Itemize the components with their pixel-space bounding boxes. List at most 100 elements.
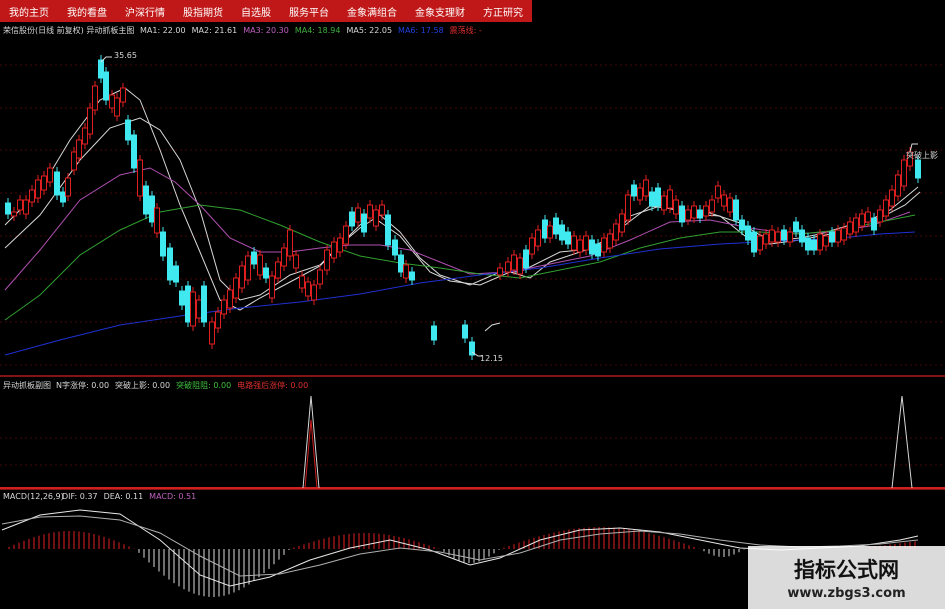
nav-tab-5[interactable]: 服务平台 [280,4,338,19]
candle-up [23,199,29,215]
candle-up [114,97,120,117]
candle-down [542,219,548,239]
candle-down [103,71,109,101]
candle-up [841,227,847,241]
macd-label-2: MACD: 0.51 [149,492,197,501]
candle-up [281,247,287,267]
candle-up [215,311,221,329]
candle-up [311,284,317,301]
stock-chart[interactable] [0,0,945,609]
candle-up [847,221,853,235]
candle-up [517,257,523,275]
candle-down [361,213,367,233]
candle-up [41,175,47,191]
candle-up [11,211,17,217]
ma-label-6: 震荡线: - [449,26,482,35]
candle-down [5,202,11,215]
sub-chart-title: 异动抓板副图 [3,381,51,390]
candle-up [82,127,88,145]
candle-up [287,229,293,257]
candle-up [299,275,305,289]
macd-label-0: DIF: 0.37 [62,492,98,501]
candle-up [209,321,215,345]
ma-label-0: MA1: 22.00 [140,26,186,35]
candle-up [625,194,631,221]
candle-up [619,213,625,233]
candle-down [589,239,595,255]
candlesticks [5,55,921,360]
candle-up [547,225,553,239]
nav-tab-0[interactable]: 我的主页 [0,4,58,19]
candle-down [98,59,104,79]
sub-label-0: N字涨停: 0.00 [56,381,110,390]
signal-spike [304,419,318,489]
sub-label-3: 电路强后涨停: 0.00 [237,381,309,390]
candle-down [871,217,877,231]
candle-up [190,291,196,327]
candle-up [577,239,583,253]
macd-title: MACD(12,26,9) [3,492,64,501]
low-price-label: 12.15 [480,354,503,363]
ma2-line [4,87,919,311]
candle-up [29,189,35,203]
nav-tab-7[interactable]: 金象支理财 [406,4,474,19]
candle-down [631,184,637,197]
candle-up [757,235,763,251]
candle-down [149,195,155,223]
nav-tab-1[interactable]: 我的看盘 [58,4,116,19]
candle-up [293,254,299,269]
signal-subpanel [302,395,913,489]
candle-up [35,179,41,199]
ma-label-3: MA4: 18.94 [294,26,341,35]
candle-up [257,254,263,276]
candle-up [65,177,71,197]
macd-label-1: DEA: 0.11 [103,492,144,501]
nav-tab-3[interactable]: 股指期货 [174,4,232,19]
candle-down [781,229,787,241]
candle-down [60,191,66,203]
candle-up [835,229,841,243]
moving-average-lines [4,87,921,356]
candle-up [87,107,93,135]
candle-up [511,254,517,271]
candle-up [775,231,781,243]
candle-up [613,223,619,241]
nav-tab-6[interactable]: 金象满组合 [338,4,406,19]
candle-down [263,267,269,279]
candle-up [715,185,721,199]
candle-up [76,139,82,159]
watermark-url: www.zbgs3.com [787,586,906,601]
candle-up [817,233,823,251]
candle-up [379,204,385,216]
candle-up [403,264,409,279]
candle-down [392,239,398,256]
candle-up [601,237,607,253]
candle-down [799,229,805,243]
nav-tab-8[interactable]: 方正研究 [474,4,532,19]
nav-tab-2[interactable]: 沪深行情 [116,4,174,19]
candle-down [793,221,799,233]
candle-down [697,209,703,219]
sub-label-1: 突破上影: 0.00 [115,381,171,390]
candle-up [877,209,883,223]
ma6-line [4,231,916,356]
candle-up [637,187,643,201]
candle-up [901,159,907,187]
candle-down [811,239,817,251]
candle-up [373,209,379,227]
candle-down [649,191,655,207]
candle-up [505,261,511,273]
candle-down [829,231,835,243]
candle-up [607,233,613,249]
nav-tab-4[interactable]: 自选股 [232,4,280,19]
candle-up [769,229,775,243]
candle-up [823,235,829,247]
candle-up [721,194,727,207]
ma1-line [4,117,921,301]
candle-up [221,299,227,315]
candle-down [553,217,559,235]
candle-up [667,189,673,209]
candle-down [131,134,137,169]
candle-up [47,167,53,183]
candle-up [763,233,769,245]
